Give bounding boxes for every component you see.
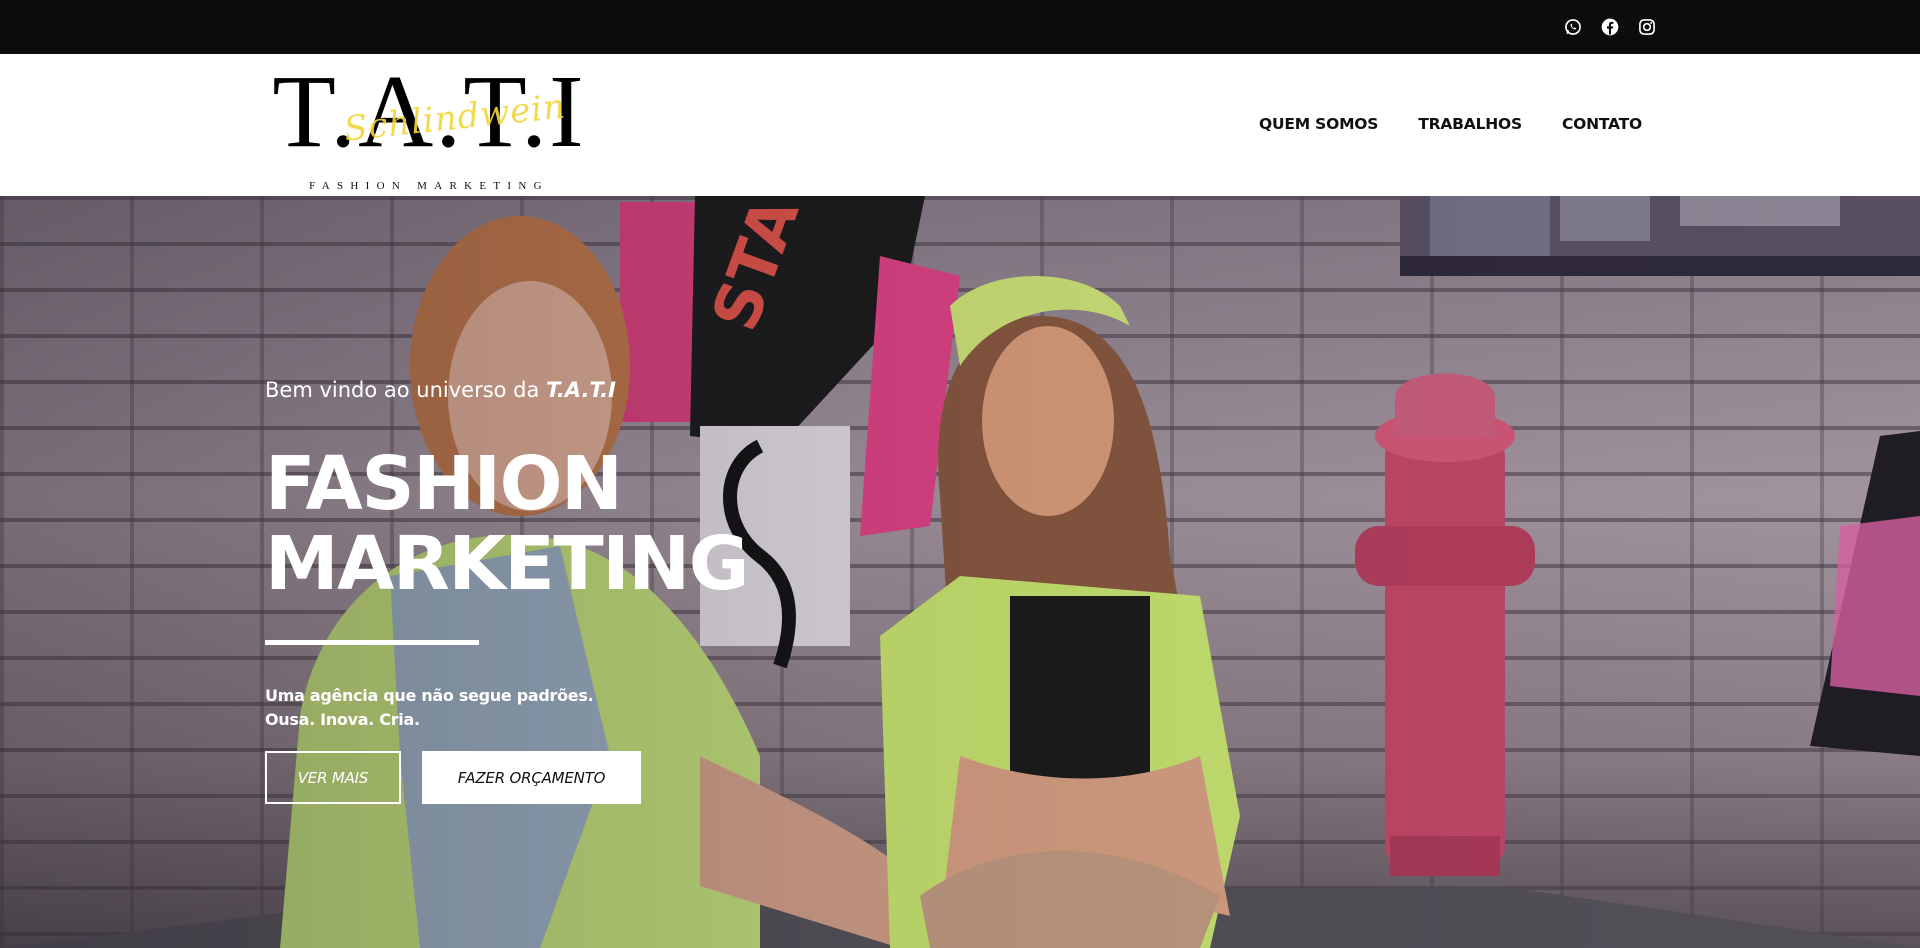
hero-tagline-line2: Ousa. Inova. Cria. xyxy=(265,710,420,729)
brand-logo[interactable]: T.A.T.I Schlindwein FASHION MARKETING xyxy=(264,60,594,193)
hero-title-line1: FASHION xyxy=(265,441,623,527)
hero-welcome-brand: T.A.T.I xyxy=(546,378,616,402)
top-bar xyxy=(0,0,1920,54)
hero-welcome-text: Bem vindo ao universo da T.A.T.I xyxy=(265,378,616,402)
site-header: T.A.T.I Schlindwein FASHION MARKETING QU… xyxy=(0,54,1920,196)
fazer-orcamento-button[interactable]: FAZER ORÇAMENTO xyxy=(422,751,641,804)
nav-item-quem-somos[interactable]: QUEM SOMOS xyxy=(1259,115,1378,133)
social-links xyxy=(1563,17,1657,37)
main-nav: QUEM SOMOS TRABALHOS CONTATO xyxy=(1259,115,1642,133)
hero-title: FASHION MARKETING xyxy=(265,444,905,604)
hero-tagline: Uma agência que não segue padrões. Ousa.… xyxy=(265,684,594,732)
logo-tagline: FASHION MARKETING xyxy=(309,180,549,192)
hero-welcome-prefix: Bem vindo ao universo da xyxy=(265,378,547,402)
hero-tagline-line1: Uma agência que não segue padrões. xyxy=(265,686,594,705)
facebook-icon[interactable] xyxy=(1600,17,1620,37)
nav-item-contato[interactable]: CONTATO xyxy=(1562,115,1642,133)
hero-section: STA Bem vindo ao universo da T.A.T.I xyxy=(0,196,1920,948)
hero-content: Bem vindo ao universo da T.A.T.I FASHION… xyxy=(265,196,965,948)
hero-divider xyxy=(265,640,479,645)
instagram-icon[interactable] xyxy=(1637,17,1657,37)
ver-mais-button[interactable]: VER MAIS xyxy=(265,751,401,804)
hero-title-line2: MARKETING xyxy=(265,521,749,607)
whatsapp-icon[interactable] xyxy=(1563,17,1583,37)
nav-item-trabalhos[interactable]: TRABALHOS xyxy=(1418,115,1522,133)
